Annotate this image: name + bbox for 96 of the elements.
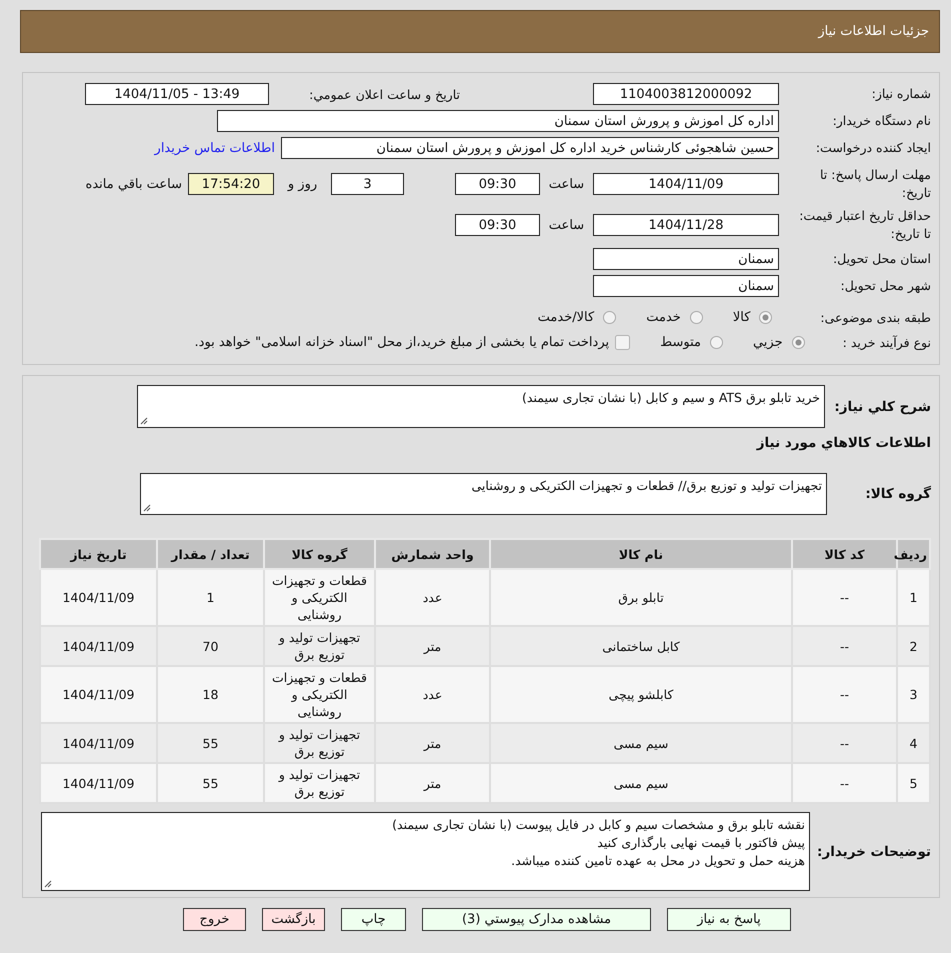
radio-button[interactable]: [710, 336, 723, 349]
exit-button[interactable]: خروج: [183, 908, 246, 931]
validity-date-field[interactable]: 1404/11/28: [593, 214, 779, 236]
table-cell: سيم مسی: [490, 763, 792, 803]
field-label: توضيحات خريدار:: [816, 844, 931, 860]
buyer-notes-field[interactable]: نقشه تابلو برق و مشخصات سيم و کابل در فايل پيوست (با نشان تجاری سيمند) پيش فاکتور با قيمت نهايی بارگذاری کنيد هزينه حمل و تحويل در محل به عهده تامين کننده ميباشد.: [41, 812, 810, 891]
resize-grip-icon: [140, 417, 148, 425]
table-cell: متر: [375, 763, 490, 803]
column-header: گروه کالا: [264, 539, 375, 569]
table-cell: سيم مسی: [490, 723, 792, 763]
resize-grip-icon: [44, 880, 52, 888]
buyer-organization-field[interactable]: اداره کل اموزش و پرورش استان سمنان: [217, 110, 779, 132]
time-label: ساعت: [548, 218, 586, 232]
field-label: شرح کلي نياز:: [833, 398, 931, 414]
deadline-time-field[interactable]: 09:30: [455, 173, 540, 195]
field-label: تاريخ و ساعت اعلان عمومي:: [308, 86, 460, 102]
option-label: کالا: [732, 310, 750, 324]
option-label: متوسط: [660, 335, 701, 350]
option-label: کالا/خدمت: [538, 310, 594, 324]
days-left-field[interactable]: 3: [331, 173, 404, 195]
delivery-city-field[interactable]: سمنان: [593, 275, 779, 297]
back-button[interactable]: بازگشت: [262, 908, 325, 931]
table-cell: 2: [897, 626, 930, 666]
table-cell: تجهيزات توليد و توزيع برق: [264, 626, 375, 666]
attachments-button[interactable]: مشاهده مدارک پيوستي (3): [422, 908, 651, 931]
table-cell: 55: [157, 763, 264, 803]
field-label: شهر محل تحويل:: [840, 277, 931, 295]
field-label: شماره نياز:: [870, 85, 931, 103]
validity-time-field[interactable]: 09:30: [455, 214, 540, 236]
column-header: نام کالا: [490, 539, 792, 569]
column-header: ردیف: [897, 539, 930, 569]
field-label: نام دستگاه خريدار:: [832, 112, 931, 130]
announcement-date-field[interactable]: 1404/11/05 - 13:49: [85, 83, 269, 105]
field-label: نوع فرآيند خريد :: [842, 335, 931, 350]
table-cell: قطعات و تجهيزات الکتريکی و روشنايی: [264, 569, 375, 626]
remaining-time-field[interactable]: 17:54:20: [188, 173, 274, 195]
table-cell: تجهيزات توليد و توزيع برق: [264, 763, 375, 803]
need-number-field[interactable]: 1104003812000092: [593, 83, 779, 105]
column-header: تاريخ نياز: [40, 539, 157, 569]
checkbox-label: پرداخت تمام يا بخشی از مبلغ خريد،از محل "اسناد خزانه اسلامی" خواهد بود.: [194, 335, 610, 350]
table-cell: 1404/11/09: [40, 569, 157, 626]
section-heading: اطلاعات کالاهاي مورد نياز: [756, 434, 931, 452]
table-cell: 70: [157, 626, 264, 666]
table-cell: عدد: [375, 666, 490, 723]
table-cell: 55: [157, 723, 264, 763]
requester-field[interactable]: حسين شاهجوئی کارشناس خريد اداره کل اموزش و پرورش استان سمنان: [281, 137, 779, 159]
table-cell: 1404/11/09: [40, 626, 157, 666]
field-label: طبقه بندی موضوعی:: [820, 310, 931, 324]
table-cell: عدد: [375, 569, 490, 626]
remaining-label: ساعت باقي مانده: [86, 176, 182, 192]
days-label: روز و: [286, 176, 318, 192]
table-cell: تجهيزات توليد و توزيع برق: [264, 723, 375, 763]
table-cell: 1404/11/09: [40, 723, 157, 763]
table-cell: کابل ساختمانی: [490, 626, 792, 666]
option-label: جزيي: [752, 335, 783, 350]
description-field[interactable]: خريد تابلو برق ATS و سيم و کابل (با نشان تجاری سيمند): [137, 385, 825, 428]
table-cell: --: [792, 763, 897, 803]
field-label: ايجاد کننده درخواست:: [814, 139, 931, 157]
column-header: واحد شمارش: [375, 539, 490, 569]
table-cell: متر: [375, 723, 490, 763]
field-label: گروه کالا:: [864, 486, 931, 502]
table-cell: --: [792, 626, 897, 666]
resize-grip-icon: [143, 504, 151, 512]
table-cell: 4: [897, 723, 930, 763]
print-button[interactable]: چاپ: [341, 908, 406, 931]
table-cell: 18: [157, 666, 264, 723]
page-title: جزئيات اطلاعات نياز: [818, 24, 929, 39]
field-label: مهلت ارسال پاسخ: تا تاريخ:: [819, 166, 931, 202]
reply-button[interactable]: پاسخ به نياز: [667, 908, 791, 931]
buyer-contact-link[interactable]: اطلاعات تماس خريدار: [154, 140, 275, 156]
table-cell: --: [792, 569, 897, 626]
table-cell: قطعات و تجهيزات الکتريکی و روشنايی: [264, 666, 375, 723]
table-cell: متر: [375, 626, 490, 666]
checkbox[interactable]: [615, 335, 630, 350]
radio-button[interactable]: [792, 336, 805, 349]
goods-group-field[interactable]: تجهيزات توليد و توزيع برق// قطعات و تجهيزات الکتريکی و روشنايی: [140, 473, 827, 515]
table-cell: 3: [897, 666, 930, 723]
field-label: حداقل تاريخ اعتبار قيمت: تا تاريخ:: [798, 207, 931, 243]
column-header: تعداد / مقدار: [157, 539, 264, 569]
table-cell: 1: [157, 569, 264, 626]
time-label: ساعت: [548, 176, 586, 192]
radio-button[interactable]: [603, 310, 616, 324]
option-label: خدمت: [646, 310, 681, 324]
delivery-province-field[interactable]: سمنان: [593, 248, 779, 270]
radio-button[interactable]: [759, 310, 772, 324]
field-label: استان محل تحويل:: [832, 250, 931, 268]
radio-button[interactable]: [690, 310, 703, 324]
table-cell: کابلشو پيچی: [490, 666, 792, 723]
table-cell: --: [792, 723, 897, 763]
table-cell: 5: [897, 763, 930, 803]
deadline-date-field[interactable]: 1404/11/09: [593, 173, 779, 195]
table-cell: تابلو برق: [490, 569, 792, 626]
table-cell: --: [792, 666, 897, 723]
table-cell: 1404/11/09: [40, 763, 157, 803]
table-cell: 1404/11/09: [40, 666, 157, 723]
table-cell: 1: [897, 569, 930, 626]
